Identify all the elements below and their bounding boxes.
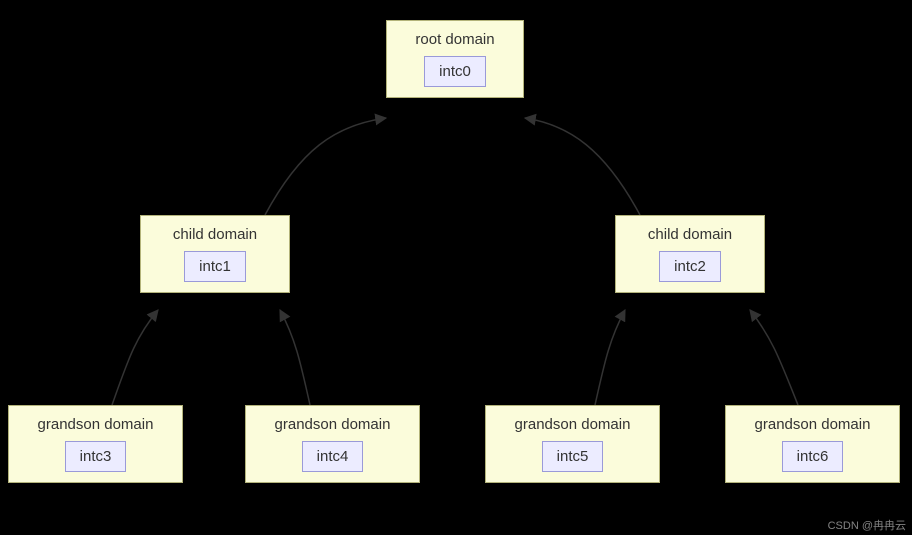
edge-gs3-child2 — [595, 310, 625, 405]
node-child-left-title: child domain — [173, 226, 257, 243]
node-grandson-3-inner: intc5 — [542, 441, 604, 472]
edge-child2-root — [525, 118, 640, 215]
node-root-inner: intc0 — [424, 56, 486, 87]
node-grandson-4: grandson domain intc6 — [725, 405, 900, 483]
node-grandson-1-title: grandson domain — [38, 416, 154, 433]
edge-gs1-child1 — [112, 310, 158, 405]
node-root: root domain intc0 — [386, 20, 524, 98]
diagram-canvas: root domain intc0 child domain intc1 chi… — [0, 0, 912, 535]
edge-gs2-child1 — [280, 310, 310, 405]
node-grandson-2-title: grandson domain — [275, 416, 391, 433]
node-grandson-4-inner: intc6 — [782, 441, 844, 472]
node-grandson-3: grandson domain intc5 — [485, 405, 660, 483]
node-root-title: root domain — [415, 31, 494, 48]
node-child-right-inner: intc2 — [659, 251, 721, 282]
node-grandson-2: grandson domain intc4 — [245, 405, 420, 483]
node-grandson-1-inner: intc3 — [65, 441, 127, 472]
node-grandson-4-title: grandson domain — [755, 416, 871, 433]
node-child-right: child domain intc2 — [615, 215, 765, 293]
node-grandson-3-title: grandson domain — [515, 416, 631, 433]
node-grandson-1: grandson domain intc3 — [8, 405, 183, 483]
node-grandson-2-inner: intc4 — [302, 441, 364, 472]
node-child-left: child domain intc1 — [140, 215, 290, 293]
edge-child1-root — [265, 118, 386, 215]
node-child-left-inner: intc1 — [184, 251, 246, 282]
watermark: CSDN @冉冉云 — [828, 517, 906, 533]
node-child-right-title: child domain — [648, 226, 732, 243]
edge-gs4-child2 — [750, 310, 798, 405]
